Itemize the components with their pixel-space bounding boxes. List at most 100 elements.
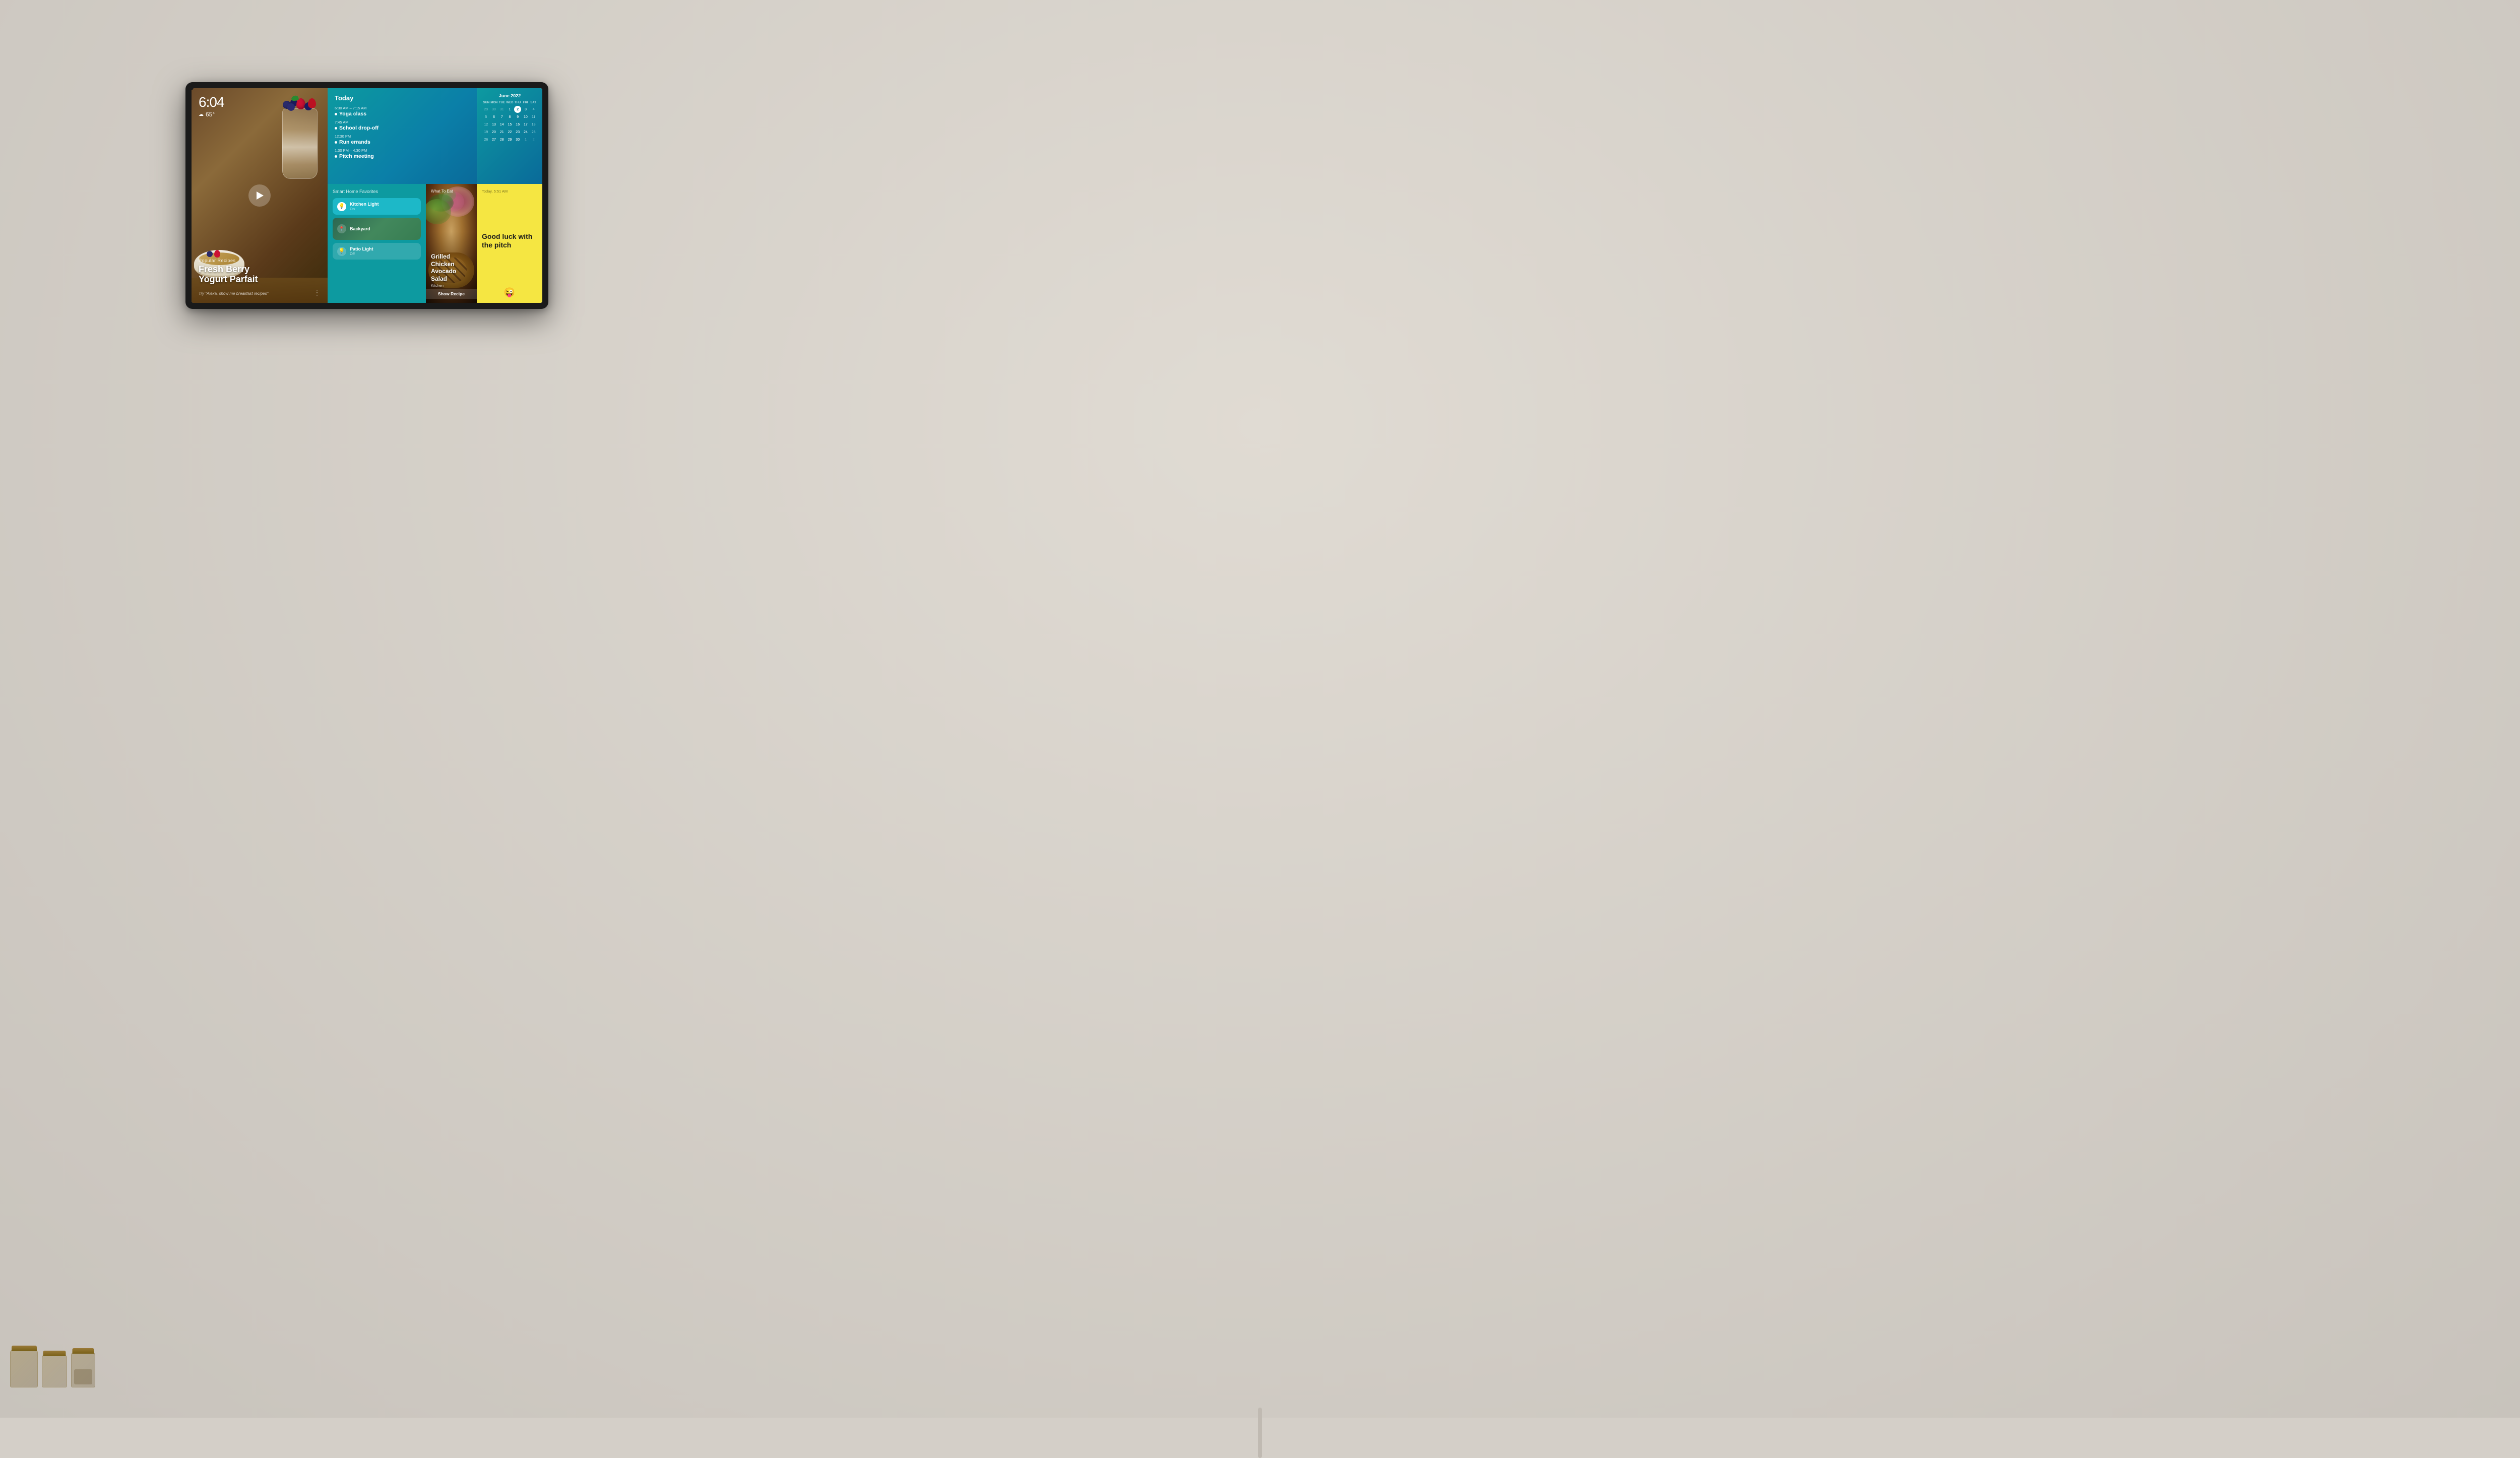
show-recipe-button[interactable]: Show Recipe: [426, 289, 477, 299]
patio-light-icon-circle: 💡: [337, 247, 346, 256]
cal-cell[interactable]: 27: [490, 136, 497, 143]
event-dot: [335, 113, 337, 115]
recipe-category: Popular Recipes: [199, 258, 321, 263]
event-dot: [335, 127, 337, 130]
cal-cell[interactable]: 4: [530, 106, 537, 113]
cal-cell[interactable]: 2: [530, 136, 537, 143]
smart-home-tile: Smart Home Favorites 💡 Kitchen Light On: [328, 184, 426, 303]
cal-cell[interactable]: 30: [514, 136, 521, 143]
event-1-name: Yoga class: [335, 111, 470, 117]
device-screen: 6:04 ☁ 65° Popular Recipes Fresh Berry Y…: [192, 88, 542, 303]
cal-cell[interactable]: 19: [482, 129, 489, 136]
right-panel: Today 6:30 AM – 7:15 AM Yoga class 7:45 …: [328, 88, 542, 303]
food-tile[interactable]: What To Eat Grilled Chicken Avocado Sala…: [426, 184, 477, 303]
event-dot: [335, 155, 337, 158]
event-4-name: Pitch meeting: [335, 153, 470, 159]
cal-cell[interactable]: 6: [490, 113, 497, 120]
cal-cell[interactable]: 13: [490, 121, 497, 128]
patio-light-button[interactable]: 💡 Patio Light Off: [333, 243, 421, 260]
cal-cell[interactable]: 1: [522, 136, 529, 143]
cal-cell[interactable]: 15: [506, 121, 513, 128]
jar-lid-2: [43, 1351, 66, 1356]
event-dot: [335, 141, 337, 144]
alexa-prompt: Try "Alexa, show me breakfast recipes": [199, 291, 321, 296]
note-timestamp: Today, 5:51 AM: [482, 189, 537, 194]
raspberry: [296, 98, 305, 109]
patio-light-info: Patio Light Off: [350, 246, 373, 256]
day-thu: THU: [514, 101, 522, 104]
cal-cell[interactable]: 24: [522, 129, 529, 136]
event-2: 7:45 AM School drop-off: [335, 120, 470, 131]
jar-3: [71, 1352, 95, 1387]
cal-cell[interactable]: 14: [498, 121, 506, 128]
jar-lid-1: [12, 1346, 37, 1351]
event-1: 6:30 AM – 7:15 AM Yoga class: [335, 106, 470, 117]
calendar-panel: June 2022 SUN MON TUE WED THU FRI SAT: [477, 88, 542, 184]
day-sat: SAT: [529, 101, 537, 104]
cal-cell[interactable]: 3: [522, 106, 529, 113]
cal-cell[interactable]: 25: [530, 129, 537, 136]
cal-cell[interactable]: 22: [506, 129, 513, 136]
jar-lid-3: [73, 1348, 94, 1354]
event-4-time: 1:30 PM – 4:30 PM: [335, 148, 470, 153]
schedule-title: Today: [335, 94, 470, 102]
event-2-time: 7:45 AM: [335, 120, 470, 124]
sticky-note-tile: Today, 5:51 AM Good luck with the pitch …: [477, 184, 542, 303]
counter-jars: [10, 1350, 95, 1387]
jar-content: [74, 1369, 92, 1384]
cal-cell[interactable]: 21: [498, 129, 506, 136]
cal-cell[interactable]: 17: [522, 121, 529, 128]
cal-cell[interactable]: 5: [482, 113, 489, 120]
cal-cell[interactable]: 7: [498, 113, 506, 120]
kitchen-light-info: Kitchen Light On: [350, 202, 379, 211]
cal-cell[interactable]: 29: [506, 136, 513, 143]
cal-cell[interactable]: 20: [490, 129, 497, 136]
cal-cell[interactable]: 8: [506, 113, 513, 120]
current-time: 6:04: [199, 95, 224, 109]
note-emoji: 😜: [482, 287, 537, 298]
event-1-time: 6:30 AM – 7:15 AM: [335, 106, 470, 110]
top-section: Today 6:30 AM – 7:15 AM Yoga class 7:45 …: [328, 88, 542, 184]
weather-row: ☁ 65°: [199, 111, 224, 118]
event-3: 12:30 PM Run errands: [335, 134, 470, 145]
recipe-panel[interactable]: 6:04 ☁ 65° Popular Recipes Fresh Berry Y…: [192, 88, 328, 303]
more-options-icon[interactable]: ⋮: [313, 289, 321, 296]
kitchen-light-name: Kitchen Light: [350, 202, 379, 207]
jar-2: [42, 1355, 67, 1387]
cal-cell[interactable]: 28: [498, 136, 506, 143]
cal-cell-today[interactable]: 2: [514, 106, 521, 113]
cal-cell[interactable]: 12: [482, 121, 489, 128]
cal-cell[interactable]: 11: [530, 113, 537, 120]
day-mon: MON: [490, 101, 498, 104]
time-display: 6:04 ☁ 65°: [199, 95, 224, 118]
recipe-info: Popular Recipes Fresh Berry Yogurt Parfa…: [199, 258, 321, 285]
note-content: Good luck with the pitch: [482, 197, 537, 285]
echo-show-device: 6:04 ☁ 65° Popular Recipes Fresh Berry Y…: [185, 82, 548, 309]
backyard-content: 📍 Backyard: [333, 218, 421, 240]
screen-content: 6:04 ☁ 65° Popular Recipes Fresh Berry Y…: [192, 88, 542, 303]
kitchen-light-button[interactable]: 💡 Kitchen Light On: [333, 198, 421, 215]
cal-cell[interactable]: 9: [514, 113, 521, 120]
cal-cell[interactable]: 10: [522, 113, 529, 120]
food-sub: Kitchen: [431, 283, 472, 288]
bulb-off-icon: 💡: [339, 249, 345, 254]
cal-cell[interactable]: 26: [482, 136, 489, 143]
cal-cell[interactable]: 29: [482, 106, 489, 113]
day-sun: SUN: [482, 101, 490, 104]
cal-cell[interactable]: 31: [498, 106, 506, 113]
cal-cell[interactable]: 30: [490, 106, 497, 113]
blueberry: [287, 103, 295, 111]
cal-cell[interactable]: 18: [530, 121, 537, 128]
backyard-icon-circle: 📍: [337, 224, 346, 233]
bowl-raspberry: [214, 250, 220, 258]
cal-cell[interactable]: 1: [506, 106, 513, 113]
bowl-blueberry: [207, 251, 213, 257]
kitchen-light-status: On: [350, 207, 379, 211]
weather-icon: ☁: [199, 112, 204, 117]
power-cable: [1258, 1408, 1262, 1458]
cal-cell[interactable]: 23: [514, 129, 521, 136]
cal-cell[interactable]: 16: [514, 121, 521, 128]
backyard-button[interactable]: 📍 Backyard: [333, 218, 421, 240]
smart-home-title: Smart Home Favorites: [333, 189, 421, 194]
backyard-name: Backyard: [350, 226, 370, 231]
